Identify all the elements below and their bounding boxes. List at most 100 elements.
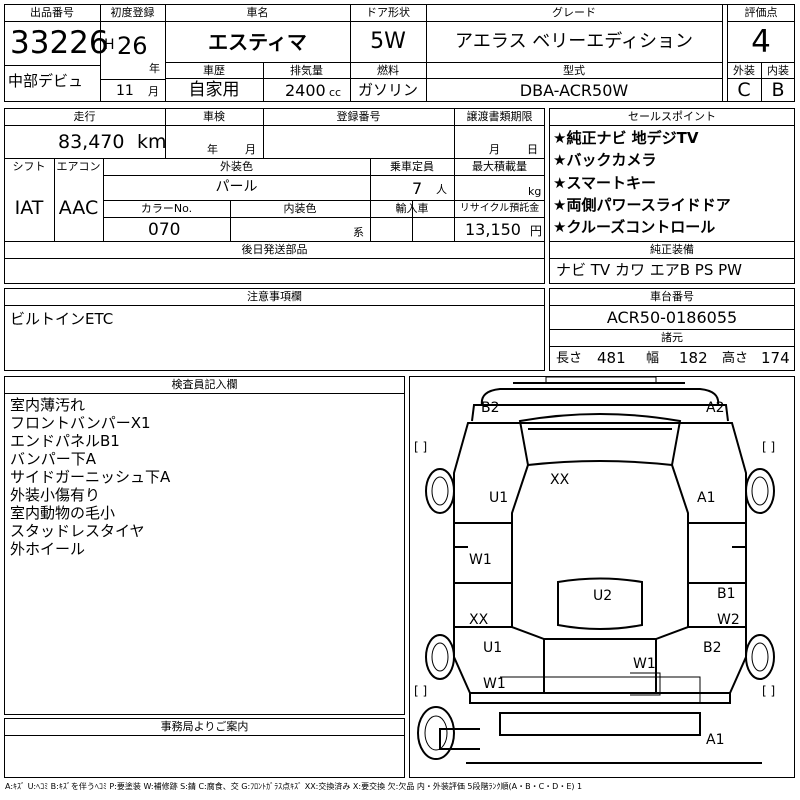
sales-point-item: ★両側パワースライドドア <box>553 196 731 214</box>
grid-line <box>4 65 100 66</box>
notes-label: 注意事項欄 <box>247 290 302 303</box>
grid-line <box>549 125 795 126</box>
inspector-label: 検査員記入欄 <box>171 378 238 391</box>
sales-point-item: ★バックカメラ <box>553 151 657 169</box>
grid-line <box>4 241 545 242</box>
grid-line <box>4 393 405 394</box>
damage-mark: U1 <box>483 640 503 656</box>
length: 481 <box>597 349 626 367</box>
inspection-label: 車検 <box>203 110 225 123</box>
grid-line <box>165 78 722 79</box>
car-name: エスティマ <box>208 30 307 54</box>
auction-score: 4 <box>751 24 771 60</box>
length-label: 長さ <box>556 351 583 366</box>
chassis-number: ACR50-0186055 <box>606 308 738 327</box>
grid-line <box>103 217 545 218</box>
registration-year: 26 <box>117 32 148 60</box>
inspector-note: 室内動物の毛小 <box>10 504 116 522</box>
width-label: 幅 <box>646 351 660 366</box>
equipment-label: 純正装備 <box>650 243 694 256</box>
inspector-note: バンパー下A <box>10 450 97 468</box>
bracket-mark: [ ] <box>762 440 776 454</box>
year-unit: 年 <box>149 62 160 75</box>
damage-mark: W2 <box>717 612 740 628</box>
recycle-fee-unit: 円 <box>530 224 543 238</box>
transfer-month-unit: 月 <box>489 143 500 156</box>
color-number-label: カラーNo. <box>140 202 193 215</box>
damage-mark: A1 <box>706 732 725 748</box>
inspector-note: スタッドレスタイヤ <box>10 522 145 540</box>
later-parts-label: 後日発送部品 <box>241 243 308 256</box>
grid-line <box>4 158 545 159</box>
damage-mark: XX <box>550 472 570 488</box>
capacity: 7 <box>412 179 423 198</box>
inspector-note: エンドパネルB1 <box>10 432 120 450</box>
sales-point-item: ★純正ナビ 地デジTV <box>553 129 699 147</box>
grid-line <box>722 4 723 102</box>
inspector-note: 室内薄汚れ <box>10 396 86 414</box>
model-code: DBA-ACR50W <box>519 81 629 100</box>
sales-point-item: ★クルーズコントロール <box>553 218 716 236</box>
exterior-grade-label: 外装 <box>733 64 755 77</box>
damage-mark: B1 <box>717 586 736 602</box>
damage-mark: B2 <box>481 400 500 416</box>
transfer-deadline-label: 譲渡書類期限 <box>466 110 533 123</box>
grid-line <box>4 125 545 126</box>
capacity-label: 乗車定員 <box>390 160 434 173</box>
sales-point-item: ★スマートキー <box>553 174 656 192</box>
exterior-color: パール <box>215 179 258 195</box>
inspector-note: フロントバンパーX1 <box>10 414 151 432</box>
grade-label: グレード <box>552 6 596 19</box>
bracket-mark: [ ] <box>762 684 776 698</box>
era-label: H <box>104 37 115 53</box>
venue-name: 中部デビュ <box>8 72 84 90</box>
grid-line <box>4 258 545 259</box>
grid-line <box>4 21 722 22</box>
inspector-note: 外装小傷有り <box>10 486 101 504</box>
sales-points-label: セールスポイント <box>628 110 716 123</box>
model-code-label: 型式 <box>563 64 585 77</box>
color-number: 070 <box>148 220 181 240</box>
equipment: ナビ TV カワ エアB PS PW <box>556 261 742 279</box>
grid-line <box>4 735 405 736</box>
mileage-unit: km <box>137 131 167 153</box>
lot-number: 33226 <box>10 25 109 61</box>
damage-diagram: B2 A2 XX U1 A1 W1 U2 B1 XX W2 U1 B2 W1 W… <box>409 376 795 778</box>
grid-line <box>549 329 795 330</box>
car-outline <box>417 377 775 764</box>
damage-mark: B2 <box>703 640 722 656</box>
inspector-note: 外ホイール <box>10 540 86 558</box>
damage-mark: XX <box>469 612 489 628</box>
displacement: 2400 <box>285 81 326 100</box>
score-label: 評価点 <box>744 6 778 19</box>
cc-unit: cc <box>329 86 342 99</box>
door-type-label: ドア形状 <box>366 6 410 19</box>
grid-line <box>4 305 545 306</box>
fuel-label: 燃料 <box>377 64 399 77</box>
grade: アエラス ベリーエディション <box>454 31 694 52</box>
grid-line <box>549 305 795 306</box>
damage-mark: U1 <box>489 490 509 506</box>
door-type: 5W <box>370 29 406 54</box>
capacity-unit: 人 <box>436 183 447 196</box>
inspection-year-unit: 年 <box>207 143 218 156</box>
first-registration-label: 初度登録 <box>110 6 155 19</box>
grid-line <box>549 258 795 259</box>
registration-number-label: 登録番号 <box>336 110 381 123</box>
registration-month: 11 <box>116 83 134 99</box>
month-unit: 月 <box>148 85 159 98</box>
notes: ビルトインETC <box>10 310 114 328</box>
grid-line <box>549 346 795 347</box>
damage-mark: U2 <box>593 588 613 604</box>
transfer-day-unit: 日 <box>527 143 538 156</box>
damage-mark: A1 <box>697 490 716 506</box>
grid-line <box>727 21 795 22</box>
car-name-label: 車名 <box>246 6 269 19</box>
dimensions-label: 諸元 <box>661 331 683 344</box>
inspection-month-unit: 月 <box>245 143 256 156</box>
damage-mark: W1 <box>469 552 492 568</box>
grid-line <box>103 200 545 201</box>
shift: IAT <box>14 197 44 219</box>
bracket-mark: [ ] <box>414 684 428 698</box>
height-label: 高さ <box>722 351 749 366</box>
